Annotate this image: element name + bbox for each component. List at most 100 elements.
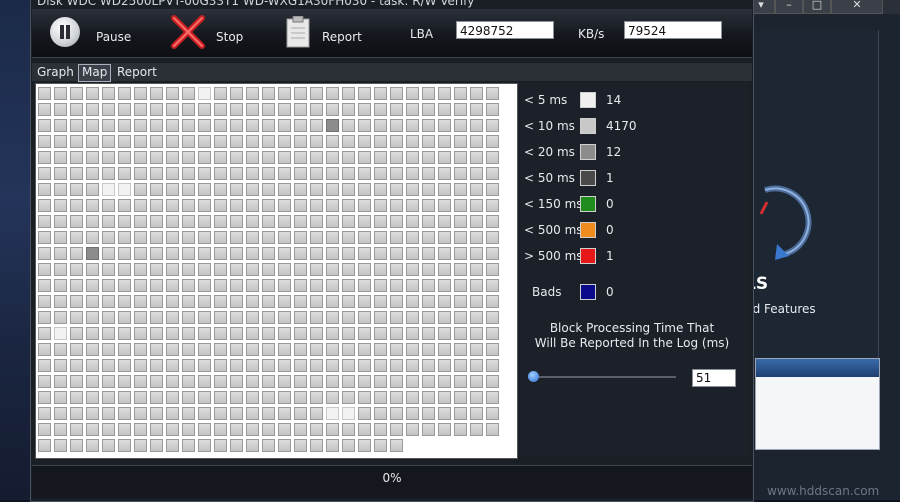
map-block [166,279,179,292]
map-block [294,375,307,388]
map-block [406,423,419,436]
map-block [310,119,323,132]
map-block [230,407,243,420]
map-block [198,279,211,292]
map-block [342,135,355,148]
map-block [438,215,451,228]
map-block [182,327,195,340]
map-block [326,295,339,308]
tab-graph[interactable]: Graph [34,64,77,80]
maximize-button[interactable]: □ [803,0,831,14]
map-block [134,263,147,276]
map-block [342,103,355,116]
map-block [438,375,451,388]
map-block [470,391,483,404]
map-block [102,247,115,260]
block-grid [38,87,510,455]
map-block [454,167,467,180]
map-block [278,439,291,452]
map-block [198,359,211,372]
map-block [38,119,51,132]
background-window[interactable]: ▾ – □ ✕ LS nd Features www.hddscan.com [745,0,900,500]
map-block [470,311,483,324]
map-block [54,343,67,356]
map-block [342,375,355,388]
report-button[interactable]: Report [286,14,396,54]
map-block [454,343,467,356]
map-block [390,247,403,260]
map-block [150,359,163,372]
map-block [406,231,419,244]
map-block [86,407,99,420]
map-block [198,327,211,340]
slider-thumb[interactable] [528,371,539,382]
map-block [86,151,99,164]
map-block [134,423,147,436]
map-block [262,375,275,388]
map-empty-slot [486,439,499,452]
map-block [470,359,483,372]
map-block [278,231,291,244]
map-block [422,423,435,436]
website-url[interactable]: www.hddscan.com [767,484,879,498]
map-block [326,87,339,100]
map-block [310,183,323,196]
map-block [278,407,291,420]
map-block [294,439,307,452]
minimize-button[interactable]: – [775,0,803,14]
kbs-field[interactable]: 79524 [624,21,722,39]
map-block [70,151,83,164]
map-block [246,103,259,116]
map-block [406,183,419,196]
lba-field[interactable]: 4298752 [456,21,554,39]
map-block [326,247,339,260]
block-time-slider[interactable] [528,371,678,383]
map-block [358,167,371,180]
map-block [166,391,179,404]
map-block [486,391,499,404]
map-block [150,103,163,116]
map-block [102,359,115,372]
tab-report[interactable]: Report [114,64,160,80]
map-block [70,183,83,196]
map-empty-slot [422,439,435,452]
map-block [70,391,83,404]
map-block [486,199,499,212]
map-block [86,263,99,276]
map-block [118,247,131,260]
tab-map[interactable]: Map [78,64,112,82]
pause-button[interactable]: Pause [50,14,160,54]
map-block [422,135,435,148]
map-block [214,215,227,228]
map-block [262,103,275,116]
map-block [182,407,195,420]
map-block [118,103,131,116]
close-button[interactable]: ✕ [831,0,883,14]
map-block [422,311,435,324]
map-block [374,359,387,372]
map-block [134,295,147,308]
map-block [326,119,339,132]
map-block [310,135,323,148]
map-block [54,295,67,308]
map-block [182,263,195,276]
stop-icon [171,15,205,49]
block-time-input[interactable]: 51 [692,369,736,387]
legend-swatch [580,92,596,108]
map-block [454,199,467,212]
map-block [422,199,435,212]
map-block [118,423,131,436]
map-block [390,439,403,452]
map-block [134,343,147,356]
map-block [390,135,403,148]
map-block [486,311,499,324]
map-block [70,327,83,340]
map-block [374,407,387,420]
stop-button[interactable]: Stop [170,14,270,54]
legend-count: 0 [606,197,614,211]
map-block [246,151,259,164]
task-window[interactable]: Disk WDC WD2500LPVT-00G33T1 WD-WXG1A30FH… [30,0,754,502]
map-block [86,327,99,340]
map-block [422,215,435,228]
map-block [438,279,451,292]
